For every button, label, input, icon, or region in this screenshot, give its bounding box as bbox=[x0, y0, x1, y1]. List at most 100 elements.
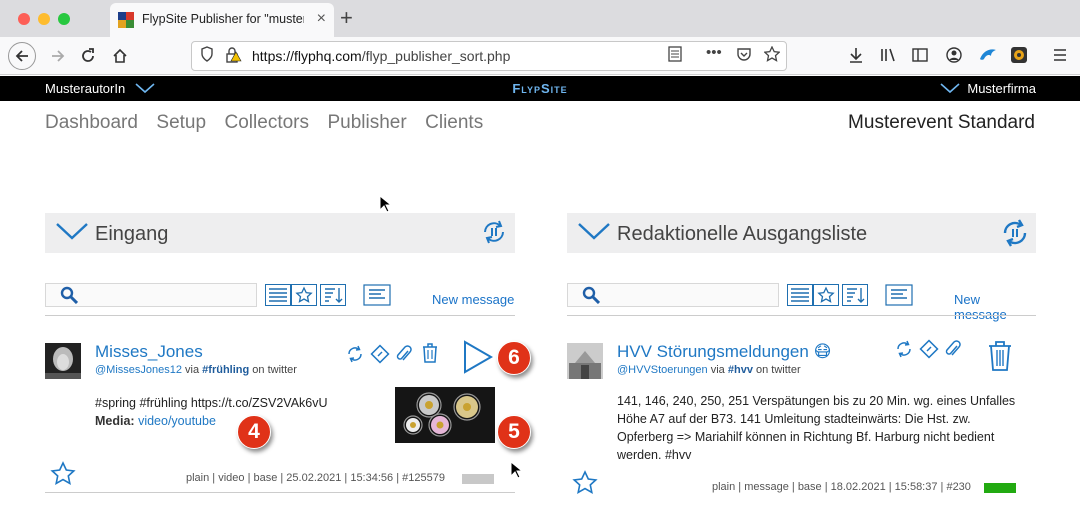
source-line: @HVVStoerungen via #hvv on twitter bbox=[617, 364, 801, 376]
dolphin-extension-icon[interactable] bbox=[978, 45, 998, 69]
favorites-filter-icon[interactable] bbox=[291, 284, 317, 306]
author-name[interactable]: HVV Störungsmeldungen 😷 bbox=[617, 342, 831, 362]
via-text: via bbox=[185, 364, 200, 376]
publish-arrow-icon[interactable] bbox=[462, 340, 494, 374]
extension-icon[interactable] bbox=[1010, 46, 1028, 68]
source-line: @MissesJones12 via #frühling on twitter bbox=[95, 364, 297, 376]
outbox-new-message-link[interactable]: New message bbox=[954, 292, 1036, 322]
pocket-icon[interactable] bbox=[736, 46, 752, 66]
attachment-icon[interactable] bbox=[395, 344, 413, 364]
nav-collectors[interactable]: Collectors bbox=[225, 112, 309, 133]
more-actions-icon[interactable]: ••• bbox=[706, 44, 722, 61]
shield-icon[interactable] bbox=[200, 46, 214, 66]
outbox-title: Redaktionelle Ausgangsliste bbox=[617, 223, 868, 245]
hashtag[interactable]: #hvv bbox=[728, 364, 753, 376]
trash-icon[interactable] bbox=[421, 342, 439, 364]
sort-icon[interactable] bbox=[320, 284, 346, 306]
sort-icon[interactable] bbox=[842, 284, 868, 306]
divider bbox=[45, 492, 515, 493]
minimize-window-button[interactable] bbox=[38, 13, 50, 25]
tab-close-icon[interactable]: × bbox=[317, 10, 326, 28]
chevron-down-icon[interactable] bbox=[55, 221, 89, 241]
browser-tabbar: FlypSite Publisher for "musterfi × + bbox=[0, 0, 1080, 37]
sidebar-icon[interactable] bbox=[912, 47, 928, 67]
search-icon bbox=[60, 286, 78, 304]
favorite-star-icon[interactable] bbox=[50, 461, 76, 487]
company-menu[interactable]: Musterfirma bbox=[940, 81, 1036, 96]
close-window-button[interactable] bbox=[18, 13, 30, 25]
back-button[interactable] bbox=[8, 42, 36, 70]
inbox-search-input[interactable] bbox=[45, 283, 257, 307]
favorite-star-icon[interactable] bbox=[572, 470, 598, 496]
event-title[interactable]: Musterevent Standard bbox=[848, 112, 1035, 134]
url-text: https://flyphq.com/flyp_publisher_sort.p… bbox=[252, 48, 511, 64]
nav-publisher[interactable]: Publisher bbox=[327, 112, 406, 133]
inbox-new-message-link[interactable]: New message bbox=[432, 292, 514, 307]
list-view-icon[interactable] bbox=[265, 284, 291, 306]
company-name: Musterfirma bbox=[967, 81, 1036, 96]
chevron-down-icon[interactable] bbox=[577, 221, 611, 241]
new-tab-icon[interactable]: + bbox=[340, 5, 353, 31]
message-meta: plain | message | base | 18.02.2021 | 15… bbox=[712, 481, 971, 493]
author-handle[interactable]: @MissesJones12 bbox=[95, 364, 182, 376]
inbox-title: Eingang bbox=[95, 223, 169, 245]
compact-view-icon[interactable] bbox=[885, 284, 913, 306]
status-bar bbox=[984, 483, 1016, 493]
url-bar[interactable]: https://flyphq.com/flyp_publisher_sort.p… bbox=[191, 41, 787, 71]
browser-tab[interactable]: FlypSite Publisher for "musterfi × bbox=[110, 3, 334, 37]
refresh-pause-icon[interactable] bbox=[479, 217, 509, 247]
bookmark-star-icon[interactable] bbox=[763, 45, 781, 66]
home-button[interactable] bbox=[106, 42, 134, 70]
account-icon[interactable] bbox=[946, 47, 962, 67]
favorites-filter-icon[interactable] bbox=[813, 284, 839, 306]
outbox-search-input[interactable] bbox=[567, 283, 779, 307]
annotation-badge-5: 5 bbox=[497, 415, 531, 449]
reader-view-icon[interactable] bbox=[668, 46, 682, 66]
menu-icon[interactable] bbox=[1052, 47, 1068, 67]
media-thumbnail[interactable] bbox=[395, 387, 495, 443]
forward-button[interactable] bbox=[44, 42, 72, 70]
trash-icon[interactable] bbox=[987, 340, 1013, 372]
retweet-icon[interactable] bbox=[346, 345, 364, 363]
compact-view-icon[interactable] bbox=[363, 284, 391, 306]
list-view-icon[interactable] bbox=[787, 284, 813, 306]
author-handle[interactable]: @HVVStoerungen bbox=[617, 364, 708, 376]
message-text: #spring #frühling https://t.co/ZSV2VAk6v… bbox=[95, 396, 328, 410]
insecure-lock-icon[interactable] bbox=[224, 46, 242, 68]
reload-icon bbox=[82, 48, 94, 62]
via-text: via bbox=[710, 364, 725, 376]
reload-button[interactable] bbox=[74, 42, 102, 70]
refresh-pause-icon[interactable] bbox=[1000, 217, 1030, 249]
hashtag[interactable]: #frühling bbox=[202, 364, 249, 376]
library-icon[interactable] bbox=[880, 47, 898, 67]
edit-icon[interactable] bbox=[370, 344, 390, 364]
source-text: on twitter bbox=[756, 364, 801, 376]
nav-clients[interactable]: Clients bbox=[425, 112, 483, 133]
outbox-message-card[interactable]: HVV Störungsmeldungen 😷 @HVVStoerungen v… bbox=[567, 336, 1036, 506]
media-line: Media: video/youtube bbox=[95, 412, 328, 430]
status-bar bbox=[462, 474, 494, 484]
download-icon[interactable] bbox=[848, 47, 864, 67]
browser-navbar: https://flyphq.com/flyp_publisher_sort.p… bbox=[0, 37, 1080, 75]
inbox-message-card[interactable]: Misses_Jones @MissesJones12 via #frühlin… bbox=[45, 336, 515, 496]
divider bbox=[567, 315, 1036, 316]
media-label: Media: bbox=[95, 414, 135, 428]
nav-setup[interactable]: Setup bbox=[156, 112, 206, 133]
main-nav: Dashboard Setup Collectors Publisher Cli… bbox=[45, 112, 497, 134]
inbox-header: Eingang bbox=[45, 213, 515, 253]
message-text: 141, 146, 240, 250, 251 Verspätungen bis… bbox=[617, 394, 1016, 462]
mouse-cursor-icon bbox=[379, 195, 391, 213]
retweet-icon[interactable] bbox=[895, 340, 913, 358]
nav-dashboard[interactable]: Dashboard bbox=[45, 112, 138, 133]
edit-icon[interactable] bbox=[919, 339, 939, 359]
chevron-down-icon bbox=[940, 83, 960, 94]
brand-logo[interactable]: FlypSite bbox=[0, 81, 1080, 96]
attachment-icon[interactable] bbox=[944, 339, 962, 359]
author-name[interactable]: Misses_Jones bbox=[95, 342, 203, 362]
inbox-toolbar: New message bbox=[45, 283, 515, 309]
zoom-window-button[interactable] bbox=[58, 13, 70, 25]
divider bbox=[45, 315, 515, 316]
media-link[interactable]: video/youtube bbox=[138, 414, 216, 428]
arrow-right-icon bbox=[52, 50, 65, 62]
avatar bbox=[45, 343, 81, 379]
